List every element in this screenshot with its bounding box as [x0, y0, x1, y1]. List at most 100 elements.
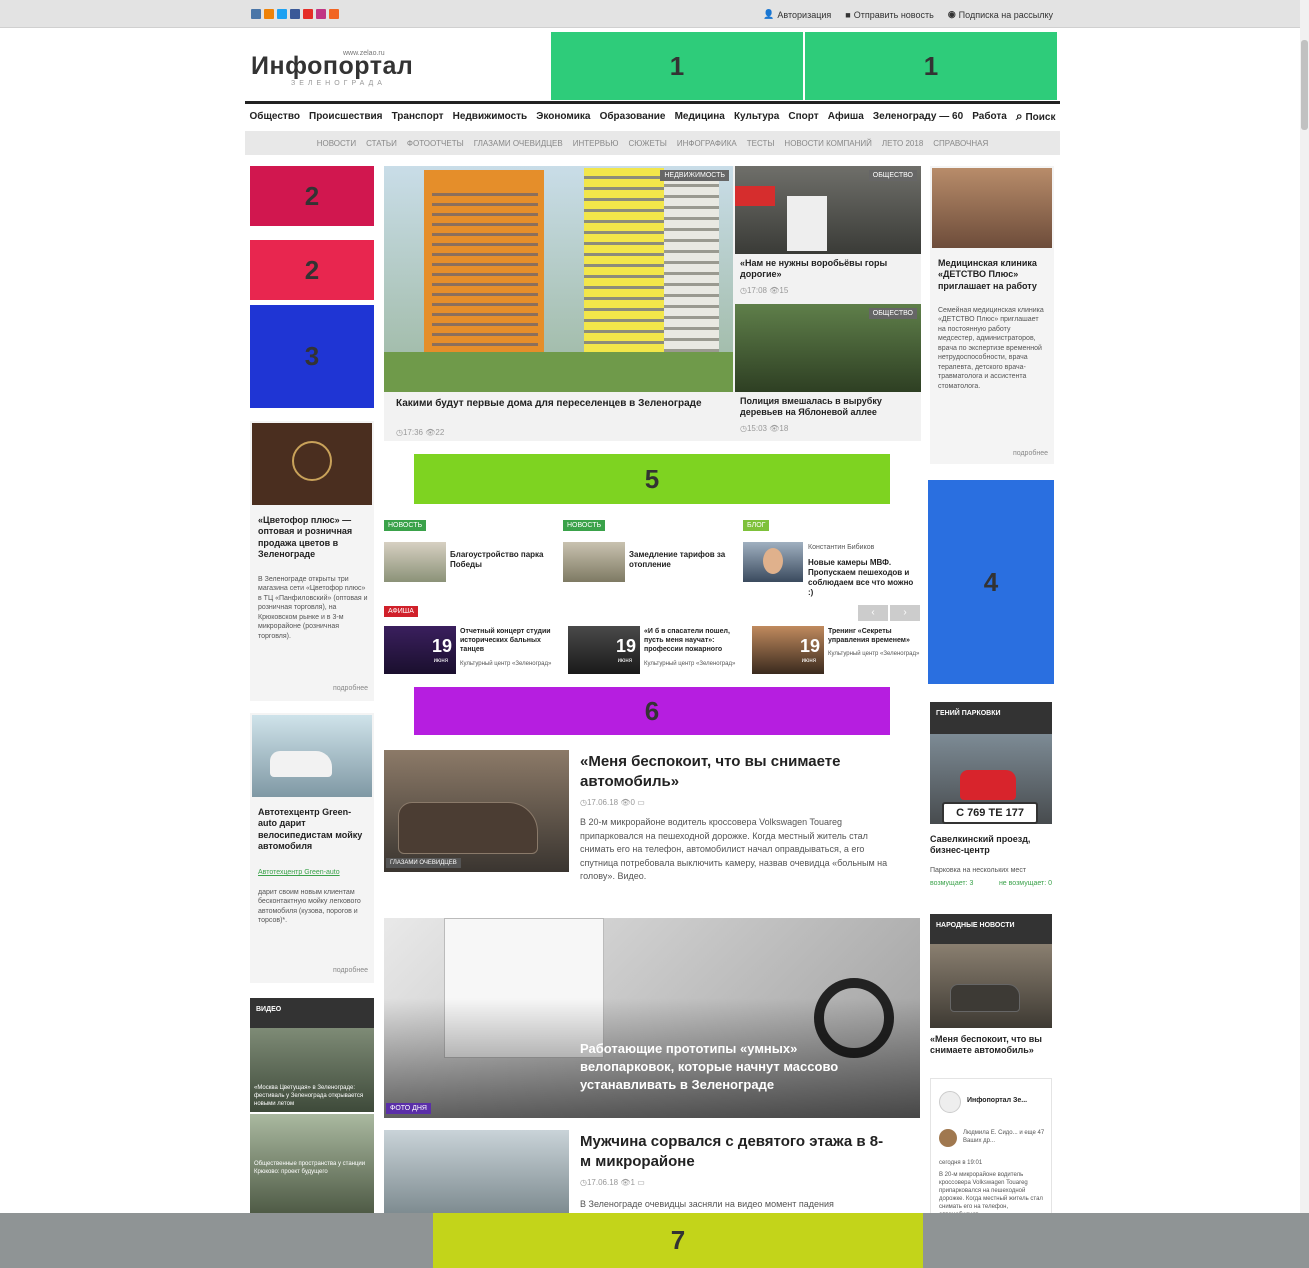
- more-link[interactable]: подробнее: [1013, 450, 1048, 457]
- people-news-image[interactable]: [930, 944, 1052, 1028]
- ad-banner-top-left[interactable]: 1: [551, 32, 803, 100]
- category-badge[interactable]: ОБЩЕСТВО: [868, 170, 917, 181]
- ad-mid-b[interactable]: 6: [414, 687, 890, 735]
- nav-item[interactable]: Недвижимость: [453, 111, 528, 122]
- afisha-event-title[interactable]: Отчетный концерт студии исторических бал…: [460, 628, 564, 654]
- subnav-item[interactable]: ФОТООТЧЕТЫ: [407, 139, 464, 148]
- ad-banner-top-right[interactable]: 1: [805, 32, 1057, 100]
- nav-item[interactable]: Общество: [250, 111, 300, 122]
- parking-title[interactable]: Савелкинский проезд, бизнес-центр: [930, 834, 1052, 857]
- vote-yes-button[interactable]: возмущает: 3: [930, 880, 973, 887]
- people-news-title[interactable]: «Меня беспокоит, что вы снимаете автомоб…: [930, 1034, 1052, 1057]
- login-link[interactable]: 👤 Авторизация: [763, 9, 831, 20]
- video-item[interactable]: Общественные пространства у станции Крюк…: [250, 1114, 374, 1214]
- site-logo[interactable]: Инфопортал www.zelao.ru ЗЕЛЕНОГРАДА: [251, 50, 541, 96]
- ad-left-a[interactable]: 2: [250, 166, 374, 226]
- hero-top-right-title[interactable]: «Нам не нужны воробьёвы горы дорогие»: [740, 258, 916, 281]
- video-item[interactable]: «Москва Цветущая» в Зеленограде: фестива…: [250, 1028, 374, 1112]
- instagram-icon[interactable]: [316, 9, 326, 19]
- more-link[interactable]: подробнее: [333, 967, 368, 974]
- hero-main-image[interactable]: НЕДВИЖИМОСТЬ: [384, 166, 733, 392]
- afisha-event-title[interactable]: «И б в спасатели пошел, пусть меня науча…: [644, 628, 748, 654]
- photo-of-day[interactable]: ФОТО ДНЯ Работающие прототипы «умных» ве…: [384, 918, 920, 1118]
- nav-item[interactable]: Транспорт: [392, 111, 444, 122]
- category-badge[interactable]: ФОТО ДНЯ: [386, 1103, 431, 1114]
- scrollbar-thumb[interactable]: [1301, 40, 1308, 130]
- article-title[interactable]: «Меня беспокоит, что вы снимаете автомоб…: [580, 752, 880, 791]
- afisha-prev-button[interactable]: ‹: [858, 605, 888, 621]
- afisha-event-title[interactable]: Тренинг «Секреты управления временем»: [828, 628, 922, 646]
- category-badge[interactable]: НОВОСТЬ: [384, 520, 427, 531]
- subnav-item[interactable]: НОВОСТИ КОМПАНИЙ: [784, 139, 871, 148]
- subnav-item[interactable]: СПРАВОЧНАЯ: [933, 139, 988, 148]
- more-link[interactable]: подробнее: [333, 685, 368, 692]
- send-news-link[interactable]: ■ Отправить новость: [845, 9, 934, 20]
- category-badge[interactable]: НОВОСТЬ: [563, 520, 606, 531]
- vk-group-name[interactable]: Инфопортал Зе...: [967, 1097, 1027, 1106]
- ad-mid-a[interactable]: 5: [414, 454, 890, 504]
- nav-item[interactable]: Происшествия: [309, 111, 382, 122]
- blog-author-photo[interactable]: [743, 542, 803, 582]
- nav-item[interactable]: Работа: [972, 111, 1007, 122]
- top-bar: 👤 Авторизация ■ Отправить новость ◉ Подписк…: [0, 0, 1309, 28]
- promo-autocenter-link[interactable]: Автотехцентр Green-auto: [258, 868, 368, 877]
- odnoklassniki-icon[interactable]: [264, 9, 274, 19]
- search-icon: ⌕: [1015, 109, 1023, 123]
- subnav-item[interactable]: СТАТЬИ: [366, 139, 397, 148]
- youtube-icon[interactable]: [303, 9, 313, 19]
- ad-left-c[interactable]: 3: [250, 305, 374, 408]
- nav-item[interactable]: Культура: [734, 111, 779, 122]
- page-scrollbar[interactable]: [1300, 0, 1309, 1268]
- promo-clinic[interactable]: Медицинская клиника «ДЕТСТВО Плюс» пригл…: [930, 166, 1054, 464]
- search-link[interactable]: ⌕ Поиск: [1016, 109, 1056, 124]
- category-badge[interactable]: НЕДВИЖИМОСТЬ: [660, 170, 729, 181]
- afisha-next-button[interactable]: ›: [890, 605, 920, 621]
- category-badge[interactable]: ОБЩЕСТВО: [868, 308, 917, 319]
- promo-autocenter-title: Автотехцентр Green-auto дарит велосипеди…: [258, 807, 363, 851]
- subnav-item[interactable]: ГЛАЗАМИ ОЧЕВИДЦЕВ: [474, 139, 563, 148]
- subnav-item[interactable]: ИНТЕРВЬЮ: [573, 139, 619, 148]
- hero-top-right-image[interactable]: ОБЩЕСТВО: [735, 166, 921, 254]
- promo-flowers-title: «Цветофор плюс» — оптовая и розничная пр…: [258, 515, 353, 559]
- vote-no-button[interactable]: не возмущает: 0: [999, 880, 1052, 887]
- ad-left-b[interactable]: 2: [250, 240, 374, 300]
- subscribe-link[interactable]: ◉ Подписка на рассылку: [948, 9, 1053, 20]
- hero-bottom-right-title[interactable]: Полиция вмешалась в вырубку деревьев на …: [740, 396, 916, 419]
- subnav-item[interactable]: НОВОСТИ: [317, 139, 356, 148]
- article-title[interactable]: Мужчина сорвался с девятого этажа в 8-м …: [580, 1132, 890, 1171]
- news-thumb[interactable]: [563, 542, 625, 582]
- subnav-item[interactable]: ЛЕТО 2018: [882, 139, 923, 148]
- nav-item[interactable]: Медицина: [675, 111, 725, 122]
- nav-item[interactable]: Образование: [600, 111, 666, 122]
- article-image[interactable]: ГЛАЗАМИ ОЧЕВИДЦЕВ: [384, 750, 569, 872]
- afisha-event-image[interactable]: 19 июня: [568, 626, 640, 674]
- afisha-event-image[interactable]: 19 июня: [752, 626, 824, 674]
- rss-icon[interactable]: [329, 9, 339, 19]
- afisha-badge[interactable]: АФИША: [384, 606, 418, 617]
- nav-item[interactable]: Экономика: [536, 111, 590, 122]
- vk-icon[interactable]: [251, 9, 261, 19]
- subnav-item[interactable]: ТЕСТЫ: [747, 139, 775, 148]
- news-thumb[interactable]: [384, 542, 446, 582]
- ad-right[interactable]: 4: [928, 480, 1054, 684]
- news-title[interactable]: Замедление тарифов за отопление: [629, 550, 729, 570]
- ad-bottom[interactable]: 7: [433, 1213, 923, 1268]
- category-badge[interactable]: ГЛАЗАМИ ОЧЕВИДЦЕВ: [386, 858, 461, 868]
- twitter-icon[interactable]: [277, 9, 287, 19]
- promo-flowers[interactable]: «Цветофор плюс» — оптовая и розничная пр…: [250, 421, 374, 701]
- nav-item[interactable]: Афиша: [828, 111, 864, 122]
- hero-main-title[interactable]: Какими будут первые дома для переселенце…: [396, 398, 726, 411]
- afisha-event-image[interactable]: 19 июня: [384, 626, 456, 674]
- nav-item[interactable]: Зеленограду — 60: [873, 111, 963, 122]
- subnav-item[interactable]: СЮЖЕТЫ: [628, 139, 666, 148]
- subnav-item[interactable]: ИНФОГРАФИКА: [677, 139, 737, 148]
- promo-autocenter[interactable]: Автотехцентр Green-auto дарит велосипеди…: [250, 713, 374, 983]
- news-title[interactable]: Новые камеры МВФ. Пропускаем пешеходов и…: [808, 558, 920, 598]
- news-title[interactable]: Благоустройство парка Победы: [450, 550, 550, 570]
- hero-bottom-right-image[interactable]: ОБЩЕСТВО: [735, 304, 921, 392]
- category-badge[interactable]: БЛОГ: [743, 520, 770, 531]
- facebook-icon[interactable]: [290, 9, 300, 19]
- nav-item[interactable]: Спорт: [788, 111, 818, 122]
- photo-of-day-title[interactable]: Работающие прототипы «умных» велопарково…: [580, 1040, 880, 1095]
- article-text: В Зеленограде очевидцы засняли на видео …: [580, 1199, 834, 1209]
